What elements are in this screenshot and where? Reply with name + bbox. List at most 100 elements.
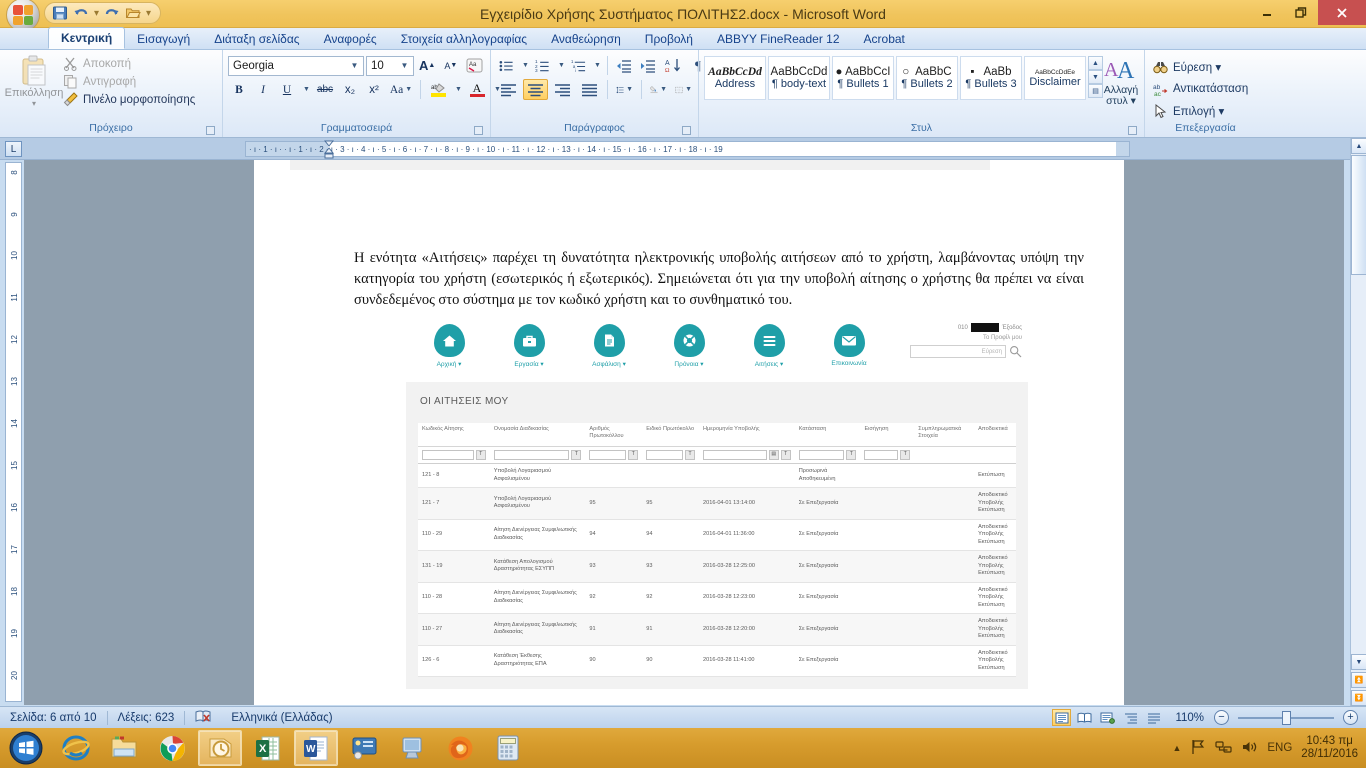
- tab-kentriki[interactable]: Κεντρική: [48, 27, 126, 49]
- style-bullets-1[interactable]: ● AaBbCcI ¶ Bullets 1: [832, 56, 894, 100]
- tab-abbyy-finereader[interactable]: ABBYY FineReader 12: [705, 29, 852, 49]
- align-left-button[interactable]: [496, 79, 521, 100]
- document-icon[interactable]: [593, 324, 625, 357]
- copy-button[interactable]: Αντιγραφή: [63, 74, 195, 89]
- view-outline-button[interactable]: [1121, 709, 1140, 726]
- justify-button[interactable]: [577, 79, 602, 100]
- style-bullets-2[interactable]: ○ AaBbC ¶ Bullets 2: [896, 56, 958, 100]
- table-row[interactable]: 121 - 7 Υποβολή Λογαριασμού Ασφαλισμένου…: [418, 487, 1016, 520]
- zoom-out-button[interactable]: −: [1214, 710, 1229, 725]
- tab-provoli[interactable]: Προβολή: [633, 29, 705, 49]
- taskbar-word[interactable]: W: [294, 730, 338, 766]
- proof-line-1[interactable]: Αποδεικτικό: [978, 618, 1012, 626]
- subscript-button[interactable]: x₂: [339, 79, 361, 100]
- envelope-icon[interactable]: [833, 324, 865, 357]
- nav-item-asfalisi[interactable]: Ασφάλιση ▾: [588, 324, 630, 368]
- filter-input[interactable]: [703, 450, 767, 460]
- vertical-ruler[interactable]: 8 9 10 11 12 13 14 15 16 17 18 19 20: [5, 162, 22, 702]
- nav-item-ergasia[interactable]: Εργασία ▾: [508, 324, 550, 368]
- clock[interactable]: 10:43 πμ 28/11/2016: [1301, 735, 1362, 761]
- filter-type-button[interactable]: T: [571, 450, 582, 460]
- find-button[interactable]: Εύρεση ▾: [1150, 56, 1224, 78]
- calendar-icon[interactable]: ▤: [768, 450, 779, 460]
- font-dialog-launcher[interactable]: [474, 126, 483, 135]
- col-onomasia-diadikasias[interactable]: Ονομασία Διαδικασίας: [489, 423, 586, 447]
- network-icon[interactable]: [1215, 739, 1232, 758]
- filter-eisigisi[interactable]: T: [860, 446, 915, 464]
- cell-proof[interactable]: Αποδεικτικό Υποβολής Εκτύπωση: [974, 645, 1016, 677]
- clipboard-dialog-launcher[interactable]: [206, 126, 215, 135]
- proof-line-1[interactable]: Αποδεικτικό: [978, 650, 1012, 658]
- underline-button[interactable]: U: [276, 79, 298, 100]
- style-bullets-3[interactable]: ▪ AaBb ¶ Bullets 3: [960, 56, 1022, 100]
- bullets-button[interactable]: [496, 55, 517, 76]
- quick-access-toolbar[interactable]: ▾ ▾: [44, 2, 162, 24]
- filter-type-button[interactable]: T: [685, 450, 696, 460]
- taskbar-file-explorer[interactable]: [102, 730, 146, 766]
- document-page[interactable]: Η ενότητα «Αιτήσεις» παρέχει τη δυνατότη…: [254, 160, 1124, 705]
- taskbar-excel[interactable]: X: [246, 730, 290, 766]
- minimize-button[interactable]: [1250, 0, 1284, 25]
- styles-gallery-scroll[interactable]: ▲ ▼ ▤: [1088, 56, 1103, 98]
- cell-proof[interactable]: Εκτύπωση: [974, 463, 1016, 488]
- proof-line-1[interactable]: Αποδεικτικό: [978, 555, 1012, 563]
- font-family-combo[interactable]: Georgia ▼: [228, 55, 364, 76]
- grow-font-button[interactable]: A ▲: [416, 55, 438, 76]
- strikethrough-button[interactable]: abc: [313, 79, 337, 100]
- replace-button[interactable]: ab ac Αντικατάσταση: [1150, 78, 1251, 100]
- table-row[interactable]: 131 - 19 Κατάθεση Απολογισμού Δραστηριότ…: [418, 550, 1016, 583]
- nav-item-pronoia[interactable]: Πρόνοια ▾: [668, 324, 710, 368]
- col-imerominia-ypovolis[interactable]: Ημερομηνία Υποβολής: [699, 423, 795, 447]
- scroll-down-button[interactable]: ▼: [1351, 654, 1366, 670]
- filter-onomasia[interactable]: T: [489, 446, 586, 464]
- paste-button[interactable]: Επικόλληση ▾: [5, 53, 63, 108]
- col-eisigisi[interactable]: Εισήγηση: [860, 423, 915, 447]
- open-icon[interactable]: [125, 5, 141, 21]
- language-indicator[interactable]: ENG: [1267, 742, 1292, 754]
- nav-item-epikoinonia[interactable]: Επικοινωνία: [828, 324, 870, 368]
- proof-line-1[interactable]: Αποδεικτικό: [978, 492, 1012, 500]
- proof-line-1[interactable]: Αποδεικτικό: [978, 524, 1012, 532]
- filter-type-button[interactable]: T: [900, 450, 911, 460]
- highlight-dropdown-arrow[interactable]: ▼: [452, 79, 463, 100]
- align-center-button[interactable]: [523, 79, 548, 100]
- filter-arithmos[interactable]: T: [585, 446, 643, 464]
- filter-type-button[interactable]: T: [475, 450, 486, 460]
- proof-line-1[interactable]: Αποδεικτικό: [978, 587, 1012, 595]
- table-row[interactable]: 121 - 8 Υποβολή Λογαριασμού Ασφαλισμένου…: [418, 463, 1016, 488]
- proof-line-2[interactable]: Υποβολής: [978, 500, 1012, 508]
- bullets-dropdown-arrow[interactable]: ▼: [519, 55, 530, 76]
- bold-button[interactable]: B: [228, 79, 250, 100]
- numbering-button[interactable]: 123: [532, 55, 553, 76]
- proof-line-2[interactable]: Υποβολής: [978, 626, 1012, 634]
- table-row[interactable]: 110 - 29 Αίτηση Διενέργειας Συμφιλιωτική…: [418, 519, 1016, 551]
- start-button[interactable]: [4, 729, 48, 767]
- scrollbar-thumb[interactable]: [1351, 155, 1366, 275]
- shrink-font-button[interactable]: A ▼: [440, 55, 461, 76]
- style-address[interactable]: AaBbCcDd Address: [704, 56, 766, 100]
- filter-input[interactable]: [589, 450, 627, 460]
- taskbar-google-chrome[interactable]: [150, 730, 194, 766]
- decrease-indent-button[interactable]: [613, 55, 635, 76]
- filter-type-button[interactable]: T: [628, 450, 639, 460]
- briefcase-icon[interactable]: [513, 324, 545, 357]
- font-color-button[interactable]: A: [465, 79, 489, 100]
- filter-input[interactable]: [646, 450, 684, 460]
- indent-markers[interactable]: [323, 140, 335, 160]
- paragraph-dialog-launcher[interactable]: [682, 126, 691, 135]
- previous-page-button[interactable]: ⏫: [1351, 672, 1366, 688]
- zoom-in-button[interactable]: +: [1343, 710, 1358, 725]
- cut-button[interactable]: Αποκοπή: [63, 56, 195, 71]
- change-case-button[interactable]: Aa ▼: [387, 79, 415, 100]
- chevron-down-icon[interactable]: ▼: [348, 61, 361, 70]
- taskbar-outlook[interactable]: [198, 730, 242, 766]
- cell-proof[interactable]: Αποδεικτικό Υποβολής Εκτύπωση: [974, 487, 1016, 520]
- zoom-slider-thumb[interactable]: [1282, 710, 1291, 725]
- proofing-status[interactable]: [185, 710, 221, 726]
- filter-katastasi[interactable]: T: [794, 446, 861, 464]
- qat-more-arrow[interactable]: ▾: [146, 8, 151, 19]
- home-icon[interactable]: [433, 324, 465, 357]
- taskbar-computer[interactable]: [390, 730, 434, 766]
- zoom-slider[interactable]: [1238, 710, 1334, 725]
- table-row[interactable]: 126 - 6 Κατάθεση Έκθεσης Δραστηριότητας …: [418, 645, 1016, 677]
